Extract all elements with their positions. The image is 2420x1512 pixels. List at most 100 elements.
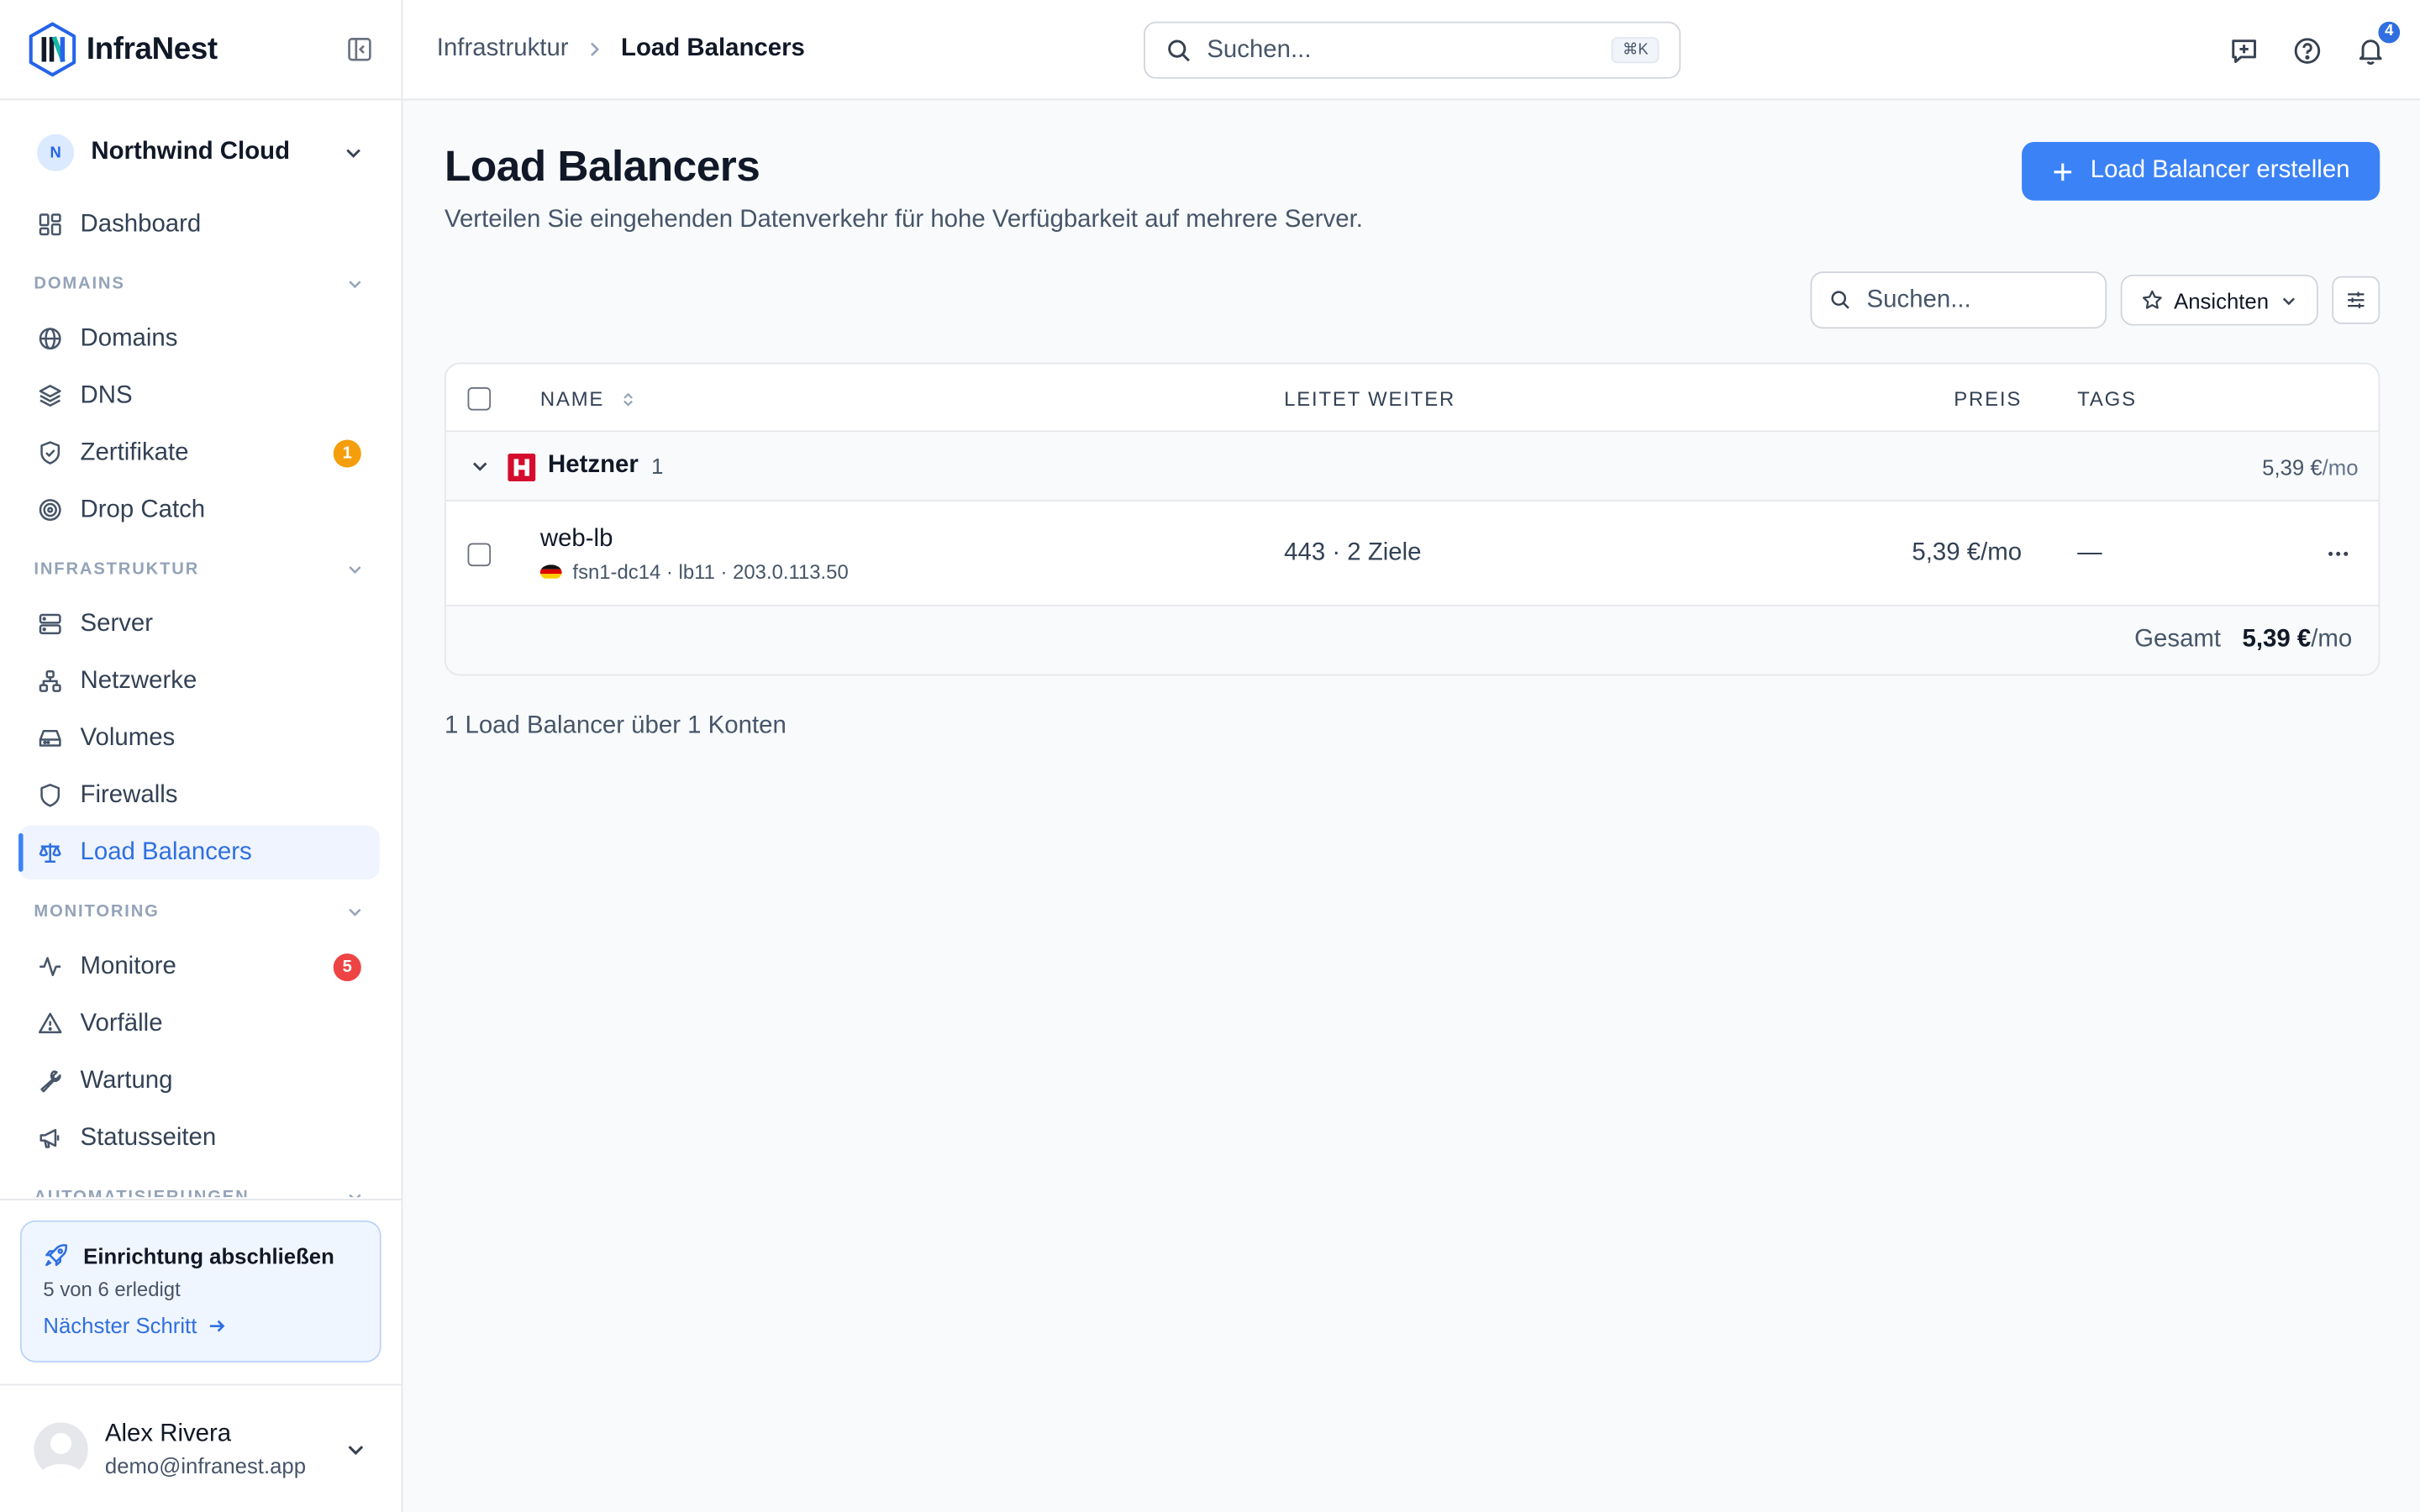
org-switcher[interactable]: N Northwind Cloud <box>18 131 382 174</box>
chevron-down-icon <box>349 1193 361 1198</box>
section-automatisierungen[interactable]: AUTOMATISIERUNGEN <box>18 1168 380 1198</box>
section-label: INFRASTRUKTUR <box>34 559 200 578</box>
layers-icon <box>39 385 61 407</box>
sidebar-item-load-balancers[interactable]: Load Balancers <box>18 825 380 879</box>
infranest-logo-icon <box>29 22 76 77</box>
setup-progress-text: 5 von 6 erledigt <box>43 1277 181 1301</box>
help-icon[interactable] <box>2292 34 2323 66</box>
sidebar-item-wartung[interactable]: Wartung <box>18 1053 380 1107</box>
sidebar-item-label: Vorfälle <box>80 1010 163 1037</box>
section-domains[interactable]: DOMAINS <box>18 255 380 312</box>
user-menu[interactable]: Alex Rivera demo@infranest.app <box>34 1415 367 1483</box>
chevron-down-icon[interactable] <box>469 455 491 477</box>
chevron-down-icon <box>349 565 361 574</box>
sidebar-item-server[interactable]: Server <box>18 597 380 651</box>
sidebar-item-volumes[interactable]: Volumes <box>18 711 380 765</box>
sidebar-item-label: Netzwerke <box>80 667 197 694</box>
provider-price: 5,39 €/mo <box>2262 455 2358 480</box>
provider-price-unit: /mo <box>2322 454 2359 480</box>
sidebar-collapse-icon[interactable] <box>345 35 373 63</box>
load-balancer-name[interactable]: web-lb <box>540 526 613 554</box>
user-email: demo@infranest.app <box>104 1452 307 1478</box>
load-balancer-table: NAME LEITET WEITER PREIS TAGS Hetzner 1 … <box>444 362 2381 676</box>
page-title: Load Balancers <box>444 141 760 190</box>
section-infrastruktur[interactable]: INFRASTRUKTUR <box>18 540 380 597</box>
section-monitoring[interactable]: MONITORING <box>18 883 380 940</box>
global-search-input[interactable] <box>1207 36 1612 65</box>
chevron-down-icon <box>2282 297 2295 305</box>
search-icon <box>1830 291 1849 309</box>
global-search[interactable]: ⌘K <box>1144 21 1681 79</box>
table-search-input[interactable] <box>1866 286 2068 314</box>
target-icon <box>39 499 61 521</box>
sidebar-header: InfraNest <box>0 0 402 101</box>
breadcrumb-current: Load Balancers <box>621 35 805 62</box>
provider-price-value: 5,39 € <box>2262 454 2323 480</box>
hetzner-logo-icon <box>508 454 536 482</box>
avatar <box>34 1421 88 1476</box>
feedback-icon[interactable] <box>2228 34 2260 66</box>
chevron-down-icon <box>349 280 361 288</box>
user-info: Alex Rivera demo@infranest.app <box>105 1420 306 1478</box>
views-dropdown[interactable]: Ansichten <box>2119 274 2318 326</box>
table-search[interactable] <box>1809 271 2107 329</box>
sidebar-item-zertifikate[interactable]: Zertifikate 1 <box>18 426 380 480</box>
sidebar-item-netzwerke[interactable]: Netzwerke <box>18 654 380 708</box>
sidebar-item-dashboard[interactable]: Dashboard <box>18 197 380 251</box>
total-price: 5,39 €/mo <box>2242 627 2352 654</box>
more-horizontal-icon[interactable] <box>2324 540 2352 568</box>
topbar: Infrastruktur Load Balancers ⌘K 4 <box>402 0 2420 101</box>
sidebar-item-dns[interactable]: DNS <box>18 369 380 423</box>
create-load-balancer-button[interactable]: Load Balancer erstellen <box>2022 141 2381 201</box>
shield-check-icon <box>40 441 60 465</box>
org-avatar: N <box>37 134 75 171</box>
load-balancer-price: 5,39 €/mo <box>1912 539 2023 567</box>
column-settings-button[interactable] <box>2332 276 2381 324</box>
table-row[interactable]: web-lb fsn1-dc14 · lb11 · 203.0.113.50 4… <box>445 501 2379 606</box>
scale-icon <box>39 843 61 863</box>
shield-icon <box>40 784 60 807</box>
load-balancer-tags: — <box>2077 539 2102 567</box>
sidebar-item-label: Drop Catch <box>80 496 206 522</box>
search-shortcut: ⌘K <box>1612 37 1660 64</box>
sort-icon <box>623 392 634 407</box>
section-label: AUTOMATISIERUNGEN <box>34 1187 250 1198</box>
zertifikate-count-badge: 1 <box>333 438 361 467</box>
sidebar-item-monitore[interactable]: Monitore 5 <box>18 940 380 994</box>
notifications-button[interactable]: 4 <box>2355 18 2402 66</box>
provider-count: 1 <box>651 454 664 479</box>
next-step-link[interactable]: Nächster Schritt <box>43 1313 358 1337</box>
topbar-actions: 4 <box>2196 0 2402 100</box>
sidebar-item-label: Load Balancers <box>80 838 252 865</box>
sidebar-item-label: Firewalls <box>80 781 178 808</box>
setup-title: Einrichtung abschließen <box>43 1242 358 1268</box>
sidebar-item-vorfaelle[interactable]: Vorfälle <box>18 997 380 1051</box>
sidebar-item-domains[interactable]: Domains <box>18 312 380 365</box>
sidebar-item-statusseiten[interactable]: Statusseiten <box>18 1110 380 1164</box>
setup-title-text: Einrichtung abschließen <box>83 1242 334 1268</box>
provider-name: Hetzner <box>548 452 639 479</box>
table-summary: 1 Load Balancer über 1 Konten <box>444 712 786 739</box>
main-area: Infrastruktur Load Balancers ⌘K 4 Load B… <box>402 0 2420 1512</box>
network-icon <box>39 669 61 692</box>
sidebar-item-label: Statusseiten <box>80 1124 217 1151</box>
section-label: DOMAINS <box>34 274 125 293</box>
sidebar-item-firewalls[interactable]: Firewalls <box>18 769 380 822</box>
sidebar-item-label: Dashboard <box>80 210 202 237</box>
select-all-checkbox[interactable] <box>467 387 492 411</box>
breadcrumb-parent[interactable]: Infrastruktur <box>437 35 569 63</box>
chevron-right-icon <box>591 42 600 56</box>
load-balancer-meta-text: fsn1-dc14 · lb11 · 203.0.113.50 <box>572 559 849 584</box>
notifications-count-badge: 4 <box>2376 18 2402 45</box>
sidebar-item-drop-catch[interactable]: Drop Catch <box>18 483 380 537</box>
globe-icon <box>39 328 61 350</box>
provider-group-row[interactable]: Hetzner 1 5,39 €/mo <box>445 432 2379 501</box>
sidebar-item-label: Wartung <box>80 1067 173 1094</box>
load-balancer-meta: fsn1-dc14 · lb11 · 203.0.113.50 <box>539 559 849 584</box>
chevron-down-icon <box>349 907 361 916</box>
row-checkbox[interactable] <box>467 543 492 567</box>
column-header-name[interactable]: NAME <box>540 387 636 411</box>
search-icon <box>1168 39 1190 61</box>
create-button-label: Load Balancer erstellen <box>2090 157 2350 184</box>
setup-progress-card: Einrichtung abschließen 5 von 6 erledigt… <box>19 1220 381 1362</box>
